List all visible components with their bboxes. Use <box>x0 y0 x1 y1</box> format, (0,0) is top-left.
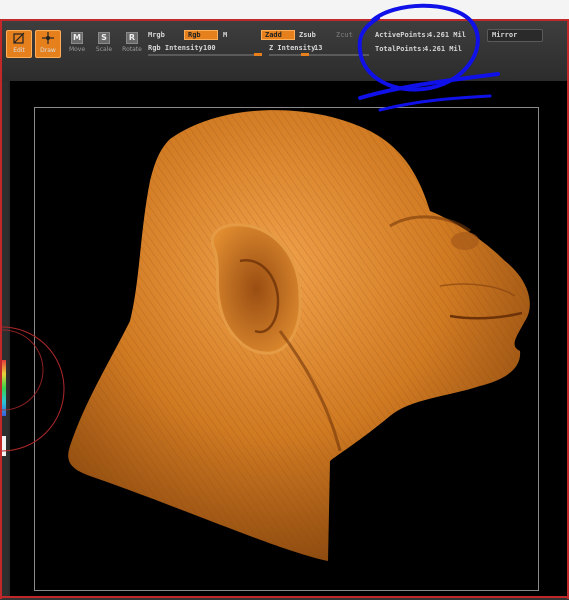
move-icon: M <box>71 32 83 44</box>
zcut-toggle[interactable]: Zcut <box>336 31 353 39</box>
mirror-button[interactable]: Mirror <box>487 29 543 42</box>
mrgb-toggle[interactable]: Mrgb <box>148 31 165 39</box>
active-points-value: 4.261 Mil <box>428 31 466 39</box>
total-points-value: 4.261 Mil <box>424 45 462 53</box>
edit-icon <box>7 31 31 47</box>
z-intensity-label: Z Intensity <box>269 44 316 52</box>
scale-button[interactable]: S Scale <box>91 30 117 58</box>
rgb-intensity-slider[interactable] <box>148 54 262 56</box>
rgb-intensity-value: 100 <box>203 44 216 52</box>
top-margin <box>0 0 569 19</box>
scale-icon: S <box>98 32 110 44</box>
edit-label: Edit <box>13 47 25 54</box>
z-intensity-value: 13 <box>314 44 323 52</box>
rgb-intensity-knob[interactable] <box>254 53 262 56</box>
left-tray <box>2 81 8 596</box>
rgb-toggle[interactable]: Rgb <box>184 30 218 40</box>
color-picker-strip[interactable] <box>2 360 6 416</box>
color-swatch[interactable] <box>2 436 6 456</box>
draw-icon <box>36 31 60 47</box>
frame-bottom-border <box>0 596 569 598</box>
scale-label: Scale <box>95 46 113 53</box>
rgb-intensity-label: Rgb Intensity <box>148 44 203 52</box>
rotate-button[interactable]: R Rotate <box>119 30 145 58</box>
zbrush-window: Edit Draw M Move S Scale R Rotate Mrgb R… <box>0 0 569 600</box>
rotate-label: Rotate <box>122 46 142 53</box>
total-points-label: TotalPoints: <box>375 45 426 53</box>
z-intensity-knob[interactable] <box>300 53 309 56</box>
m-toggle[interactable]: M <box>223 31 227 39</box>
draw-button[interactable]: Draw <box>35 30 61 58</box>
draw-label: Draw <box>40 47 56 54</box>
chimp-head-model[interactable] <box>10 81 567 596</box>
move-label: Move <box>68 46 86 53</box>
rotate-icon: R <box>126 32 138 44</box>
3d-viewport[interactable] <box>10 81 567 596</box>
z-intensity-slider[interactable] <box>269 54 369 56</box>
top-toolbar: Edit Draw M Move S Scale R Rotate Mrgb R… <box>2 21 567 81</box>
canvas-area <box>2 81 567 596</box>
zsub-toggle[interactable]: Zsub <box>299 31 316 39</box>
edit-button[interactable]: Edit <box>6 30 32 58</box>
zadd-toggle[interactable]: Zadd <box>261 30 295 40</box>
active-points-label: ActivePoints: <box>375 31 430 39</box>
move-button[interactable]: M Move <box>64 30 90 58</box>
